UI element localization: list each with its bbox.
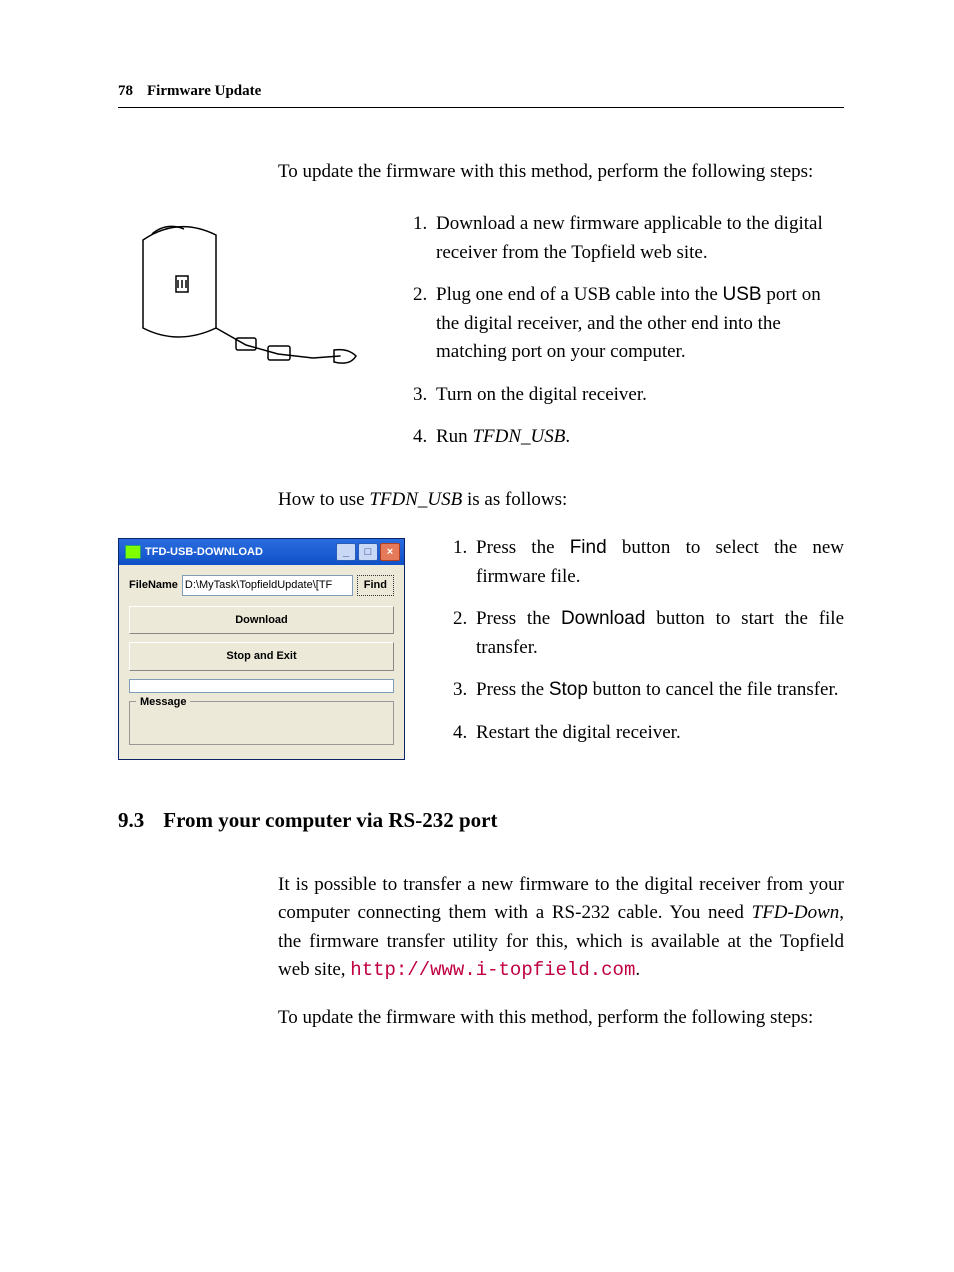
rs232-paragraph-1: It is possible to transfer a new firmwar… (278, 871, 844, 985)
page-header: 78 Firmware Update (118, 80, 844, 108)
step-1: Download a new firmware applicable to th… (432, 210, 844, 267)
filename-label: FileName (129, 577, 178, 594)
close-icon[interactable]: × (380, 543, 400, 561)
step2-4: Restart the digital receiver. (472, 719, 844, 748)
topfield-url[interactable]: http://www.i-topfield.com (350, 959, 635, 981)
message-label: Message (136, 694, 190, 711)
step2-1: Press the Find button to select the new … (472, 534, 844, 591)
app-icon (125, 545, 141, 559)
section-heading-9-3: 9.3 From your computer via RS-232 port (118, 805, 844, 837)
second-steps-list: Press the Find button to select the new … (448, 534, 844, 747)
find-button[interactable]: Find (357, 575, 394, 596)
step-2: Plug one end of a USB cable into the USB… (432, 281, 844, 367)
page-number: 78 (118, 80, 133, 103)
minimize-icon[interactable]: _ (336, 543, 356, 561)
window-titlebar: TFD-USB-DOWNLOAD _ □ × (119, 539, 404, 565)
stop-and-exit-button[interactable]: Stop and Exit (129, 642, 394, 671)
section-title: From your computer via RS-232 port (163, 808, 497, 832)
message-box: Message (129, 701, 394, 745)
download-button[interactable]: Download (129, 606, 394, 635)
step-4: Run TFDN_USB. (432, 423, 844, 452)
rs232-paragraph-2: To update the firmware with this method,… (278, 1004, 844, 1033)
intro-paragraph: To update the firmware with this method,… (278, 158, 844, 187)
section-number: 9.3 (118, 805, 158, 837)
step2-3: Press the Stop button to cancel the file… (472, 676, 844, 705)
chapter-title: Firmware Update (147, 80, 261, 103)
tfd-usb-download-window: TFD-USB-DOWNLOAD _ □ × FileName D:\MyTas… (118, 538, 405, 760)
usb-connection-illustration (118, 210, 378, 390)
step2-2: Press the Download button to start the f… (472, 605, 844, 662)
howto-paragraph: How to use TFDN_USB is as follows: (278, 486, 844, 515)
window-title: TFD-USB-DOWNLOAD (145, 544, 263, 561)
step-3: Turn on the digital receiver. (432, 381, 844, 410)
maximize-icon[interactable]: □ (358, 543, 378, 561)
progress-bar (129, 679, 394, 693)
first-steps-list: Download a new firmware applicable to th… (408, 210, 844, 452)
filename-input[interactable]: D:\MyTask\TopfieldUpdate\[TF (182, 575, 353, 596)
